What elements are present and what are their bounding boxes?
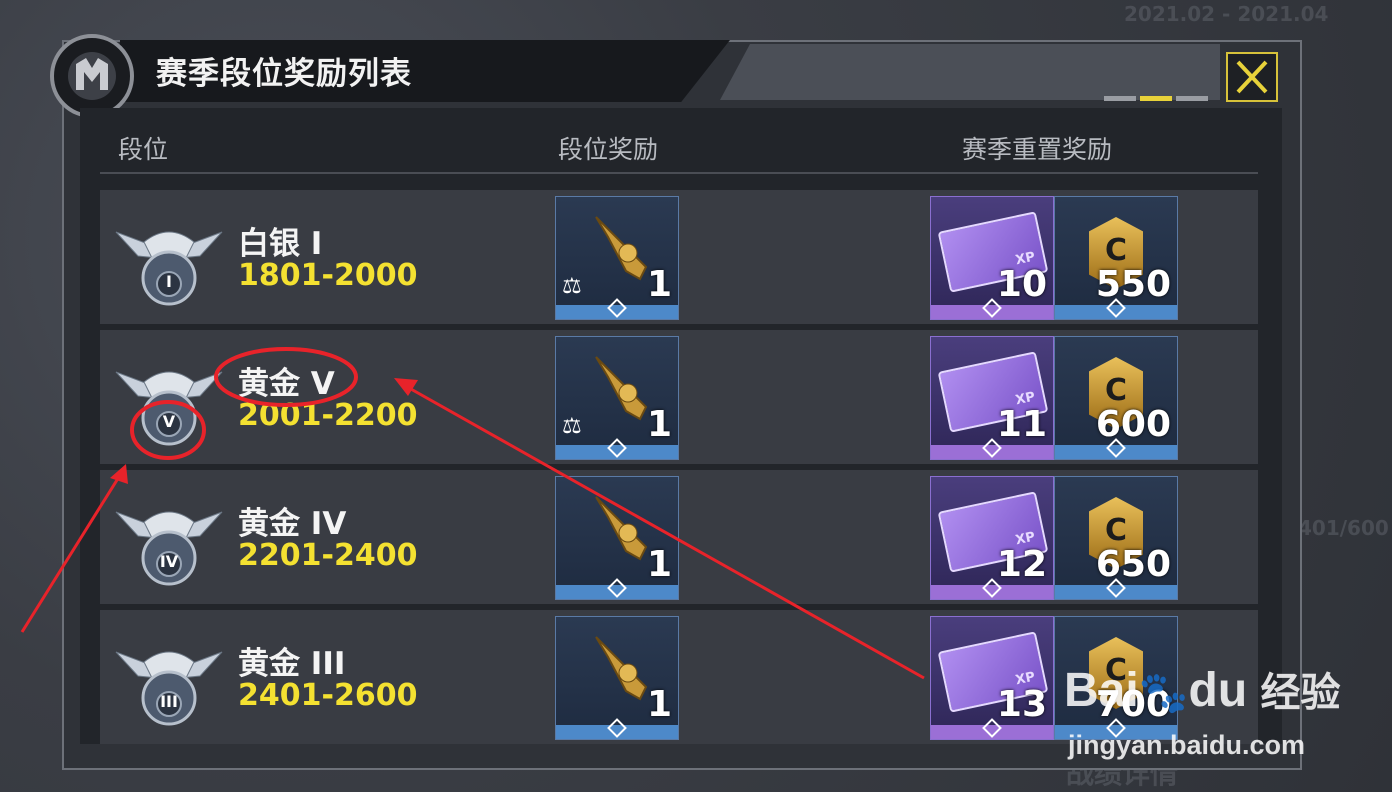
page-indicator-2 — [1140, 96, 1172, 101]
watermark-logo: Bai🐾du 经验 — [1064, 660, 1341, 718]
close-button[interactable] — [1226, 52, 1278, 102]
rank-name: 白银 I — [238, 226, 323, 262]
xp-card-reward-tile[interactable]: XP 10 — [930, 196, 1054, 320]
background-date-range: 2021.02 - 2021.04 — [1124, 2, 1329, 26]
page-indicator-3 — [1176, 96, 1208, 101]
watermark-paw-icon: 🐾 — [1138, 671, 1189, 715]
watermark-url: jingyan.baidu.com — [1068, 730, 1306, 760]
page-indicator-1 — [1104, 96, 1136, 101]
rank-emblem-numeral: V — [162, 412, 176, 431]
rank-score-range: 2001-2200 — [238, 398, 418, 433]
reward-quantity: 12 — [996, 544, 1047, 585]
rank-emblem-icon: IV — [114, 492, 224, 592]
rank-score-range: 2201-2400 — [238, 538, 418, 573]
reward-quantity: 1 — [646, 264, 672, 305]
close-icon — [1236, 60, 1268, 94]
blueprint-icon: ⚖ — [562, 274, 582, 299]
xp-card-reward-tile[interactable]: XP 13 — [930, 616, 1054, 740]
rank-reward-tile[interactable]: ⚖ 1 — [555, 336, 679, 460]
watermark-brand2: du — [1188, 664, 1248, 717]
watermark-brand: Bai — [1064, 664, 1139, 717]
rank-emblem-icon: I — [114, 212, 224, 312]
reward-quantity: 11 — [996, 404, 1047, 445]
rank-emblem-icon: III — [114, 632, 224, 732]
dialog-title: 赛季段位奖励列表 — [156, 56, 412, 92]
reward-quantity: 550 — [1095, 264, 1171, 305]
rank-reward-tile[interactable]: ⚖ 1 — [555, 196, 679, 320]
reward-quantity: 600 — [1095, 404, 1171, 445]
rank-name: 黄金 IV — [238, 506, 347, 542]
cod-coin-reward-tile[interactable]: C 550 — [1054, 196, 1178, 320]
column-header-rank-reward: 段位奖励 — [558, 135, 659, 164]
cod-coin-reward-tile[interactable]: C 650 — [1054, 476, 1178, 600]
reward-quantity: 10 — [996, 264, 1047, 305]
column-header-rank: 段位 — [118, 135, 169, 164]
rank-name: 黄金 III — [238, 646, 346, 682]
rank-emblem-numeral: IV — [159, 552, 179, 571]
rank-emblem-icon: V — [114, 352, 224, 452]
rank-emblem-numeral: III — [160, 692, 178, 711]
column-header-reset-reward: 赛季重置奖励 — [962, 135, 1113, 164]
xp-card-reward-tile[interactable]: XP 12 — [930, 476, 1054, 600]
rank-score-range: 1801-2000 — [238, 258, 418, 293]
background-progress: 401/600 — [1298, 516, 1389, 540]
rank-name: 黄金 V — [238, 366, 335, 402]
reward-quantity: 13 — [996, 684, 1047, 725]
watermark-cn: 经验 — [1260, 670, 1341, 716]
rank-emblem-numeral: I — [166, 272, 172, 291]
title-bar-extension — [720, 44, 1220, 100]
cod-coin-reward-tile[interactable]: C 600 — [1054, 336, 1178, 460]
reward-quantity: 1 — [646, 404, 672, 445]
header-divider — [100, 172, 1258, 174]
reward-quantity: 1 — [646, 684, 672, 725]
xp-card-reward-tile[interactable]: XP 11 — [930, 336, 1054, 460]
reward-quantity: 650 — [1095, 544, 1171, 585]
rank-reward-tile[interactable]: 1 — [555, 616, 679, 740]
rank-reward-tile[interactable]: 1 — [555, 476, 679, 600]
ranked-logo-icon — [50, 34, 134, 118]
blueprint-icon: ⚖ — [562, 414, 582, 439]
rank-score-range: 2401-2600 — [238, 678, 418, 713]
reward-quantity: 1 — [646, 544, 672, 585]
